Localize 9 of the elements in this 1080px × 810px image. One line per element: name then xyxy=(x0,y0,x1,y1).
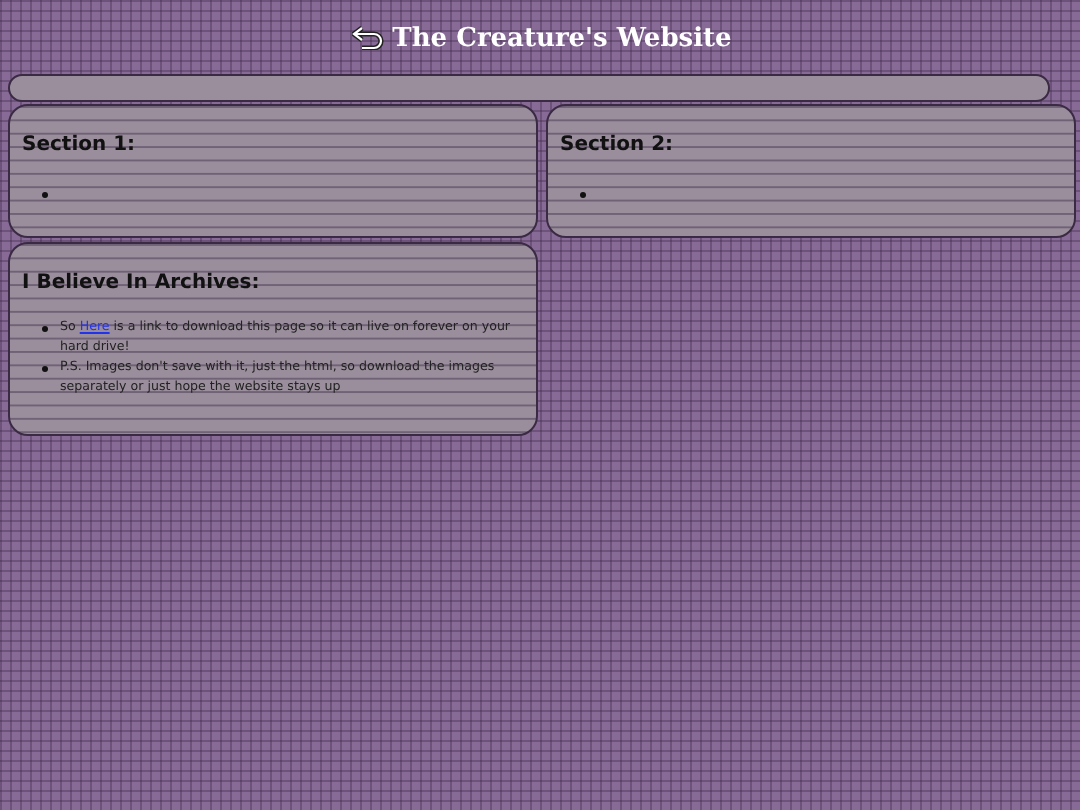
section-heading: I Believe In Archives: xyxy=(22,272,262,294)
site-title: The Creature's Website xyxy=(392,23,732,53)
section-heading: Section 2: xyxy=(560,134,676,156)
bullet-dot xyxy=(42,326,48,332)
bullet-dot xyxy=(580,192,586,198)
section-heading: Section 1: xyxy=(22,134,138,156)
return-arrow-icon xyxy=(352,26,385,50)
bullet-dot xyxy=(42,192,48,198)
bullet-dot xyxy=(42,366,48,372)
